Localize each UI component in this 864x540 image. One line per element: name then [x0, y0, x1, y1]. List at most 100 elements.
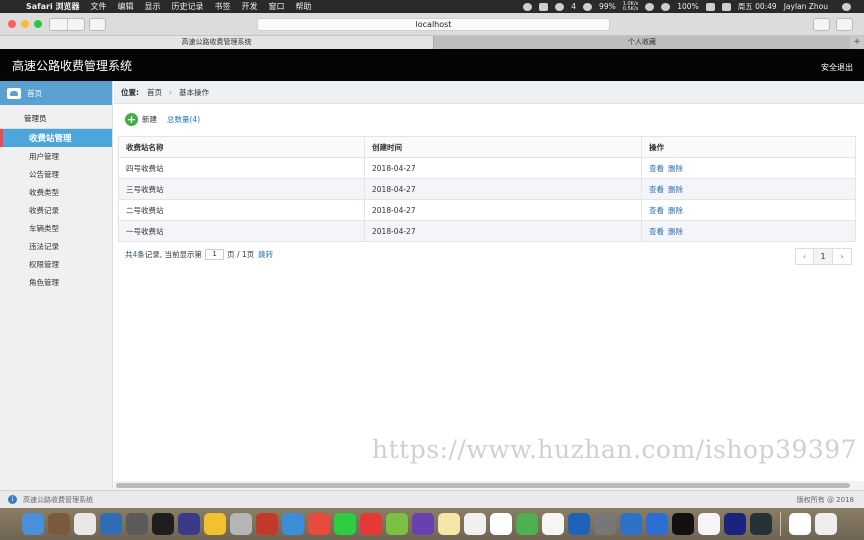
dock-app-icon[interactable]: [672, 513, 694, 535]
view-link[interactable]: 查看: [649, 206, 664, 215]
scrollbar-thumb[interactable]: [116, 483, 850, 488]
tab-favorites[interactable]: 个人收藏: [433, 36, 850, 49]
dock-app-icon[interactable]: [152, 513, 174, 535]
menu-view[interactable]: 显示: [145, 1, 161, 12]
dock-app-icon[interactable]: [516, 513, 538, 535]
jump-link[interactable]: 跳转: [258, 249, 273, 260]
dock-app-icon[interactable]: [568, 513, 590, 535]
dock-app-icon[interactable]: [48, 513, 70, 535]
sidebar-item-tollstation[interactable]: 收费站管理: [0, 129, 112, 147]
sidebar-toggle-button[interactable]: [89, 18, 106, 31]
sidebar-home-label: 首页: [27, 88, 42, 98]
dock-app-icon[interactable]: [490, 513, 512, 535]
dock-app-icon[interactable]: [698, 513, 720, 535]
input-method-icon[interactable]: [721, 2, 731, 11]
dock-app-icon[interactable]: [22, 513, 44, 535]
share-button[interactable]: [813, 18, 830, 31]
dock-app-icon[interactable]: [308, 513, 330, 535]
address-bar[interactable]: localhost: [257, 18, 610, 31]
column-header-name[interactable]: 收费站名称: [118, 136, 365, 158]
dock-app-icon[interactable]: [815, 513, 837, 535]
dock-app-icon[interactable]: [646, 513, 668, 535]
next-page-button[interactable]: ›: [833, 248, 852, 265]
dock-app-icon[interactable]: [204, 513, 226, 535]
dock-app-icon[interactable]: [230, 513, 252, 535]
siri-icon[interactable]: [842, 2, 851, 11]
tabs-overview-button[interactable]: [836, 18, 853, 31]
network-speed: 1.0K/s 0.5K/s: [623, 1, 639, 12]
dock-app-icon[interactable]: [100, 513, 122, 535]
menu-bookmarks[interactable]: 书签: [215, 1, 231, 12]
dock-app-icon[interactable]: [178, 513, 200, 535]
menu-file[interactable]: 文件: [91, 1, 107, 12]
dock-app-icon[interactable]: [360, 513, 382, 535]
view-link[interactable]: 查看: [649, 164, 664, 173]
sidebar-item-notices[interactable]: 公告管理: [0, 165, 112, 183]
horizontal-scrollbar[interactable]: [114, 481, 864, 490]
dock-app-icon[interactable]: [620, 513, 642, 535]
wifi-icon[interactable]: [661, 2, 671, 11]
tab-system[interactable]: 高速公路收费管理系统: [0, 36, 433, 49]
menu-window[interactable]: 窗口: [269, 1, 285, 12]
dock-app-icon[interactable]: [724, 513, 746, 535]
sidebar-item-violations[interactable]: 违法记录: [0, 237, 112, 255]
new-button[interactable]: 新建: [142, 114, 157, 125]
sidebar-section-label: 管理员: [24, 114, 47, 123]
dock-app-icon[interactable]: [438, 513, 460, 535]
dock-app-icon[interactable]: [750, 513, 772, 535]
dock-app-icon[interactable]: [789, 513, 811, 535]
dock-app-icon[interactable]: [334, 513, 356, 535]
sidebar-item-vehicle-types[interactable]: 车辆类型: [0, 219, 112, 237]
menu-app-name[interactable]: Safari 浏览器: [26, 1, 80, 12]
dock-app-icon[interactable]: [412, 513, 434, 535]
view-link[interactable]: 查看: [649, 227, 664, 236]
sidebar-item-users[interactable]: 用户管理: [0, 147, 112, 165]
minimize-window-button[interactable]: [21, 20, 29, 28]
lock-icon[interactable]: [539, 2, 549, 11]
menu-develop[interactable]: 开发: [242, 1, 258, 12]
close-window-button[interactable]: [8, 20, 16, 28]
dock-app-icon[interactable]: [74, 513, 96, 535]
column-header-created[interactable]: 创建时间: [364, 136, 642, 158]
dock-app-icon[interactable]: [282, 513, 304, 535]
menu-edit[interactable]: 编辑: [118, 1, 134, 12]
delete-link[interactable]: 删除: [668, 185, 683, 194]
delete-link[interactable]: 删除: [668, 206, 683, 215]
sidebar-item-permissions[interactable]: 权限管理: [0, 255, 112, 273]
sidebar-home[interactable]: 首页: [0, 81, 112, 105]
sidebar-item-fee-types[interactable]: 收费类型: [0, 183, 112, 201]
wechat-icon[interactable]: [523, 2, 533, 11]
back-button[interactable]: [50, 19, 67, 30]
view-link[interactable]: 查看: [649, 185, 664, 194]
menu-history[interactable]: 历史记录: [172, 1, 204, 12]
dock-app-icon[interactable]: [256, 513, 278, 535]
sidebar-section-admin[interactable]: 管理员: [0, 109, 112, 129]
breadcrumb-home[interactable]: 首页: [147, 87, 162, 98]
prev-page-button[interactable]: ‹: [795, 248, 814, 265]
logout-link[interactable]: 安全退出: [821, 62, 853, 73]
add-icon[interactable]: +: [125, 113, 138, 126]
dock-app-icon[interactable]: [464, 513, 486, 535]
dock-app-icon[interactable]: [126, 513, 148, 535]
dock-app-icon[interactable]: [594, 513, 616, 535]
sidebar-item-roles[interactable]: 角色管理: [0, 273, 112, 291]
page-number-input[interactable]: 1: [205, 249, 225, 260]
user-name[interactable]: Jaylan Zhou: [784, 2, 828, 11]
total-count[interactable]: 总数量(4): [167, 114, 200, 125]
zoom-window-button[interactable]: [34, 20, 42, 28]
dock-app-icon[interactable]: [386, 513, 408, 535]
delete-link[interactable]: 删除: [668, 227, 683, 236]
page-button-current[interactable]: 1: [814, 248, 833, 265]
circle-icon[interactable]: [583, 2, 593, 11]
bell-icon[interactable]: [555, 2, 565, 11]
delete-link[interactable]: 删除: [668, 164, 683, 173]
battery-icon[interactable]: [705, 2, 715, 11]
code-icon[interactable]: [645, 2, 655, 11]
sidebar-item-label: 权限管理: [29, 259, 59, 269]
new-tab-button[interactable]: +: [850, 36, 864, 49]
forward-button[interactable]: [66, 19, 85, 30]
dock-app-icon[interactable]: [542, 513, 564, 535]
sidebar-item-fee-records[interactable]: 收费记录: [0, 201, 112, 219]
clock[interactable]: 周五 00:49: [738, 1, 777, 12]
menu-help[interactable]: 帮助: [296, 1, 312, 12]
